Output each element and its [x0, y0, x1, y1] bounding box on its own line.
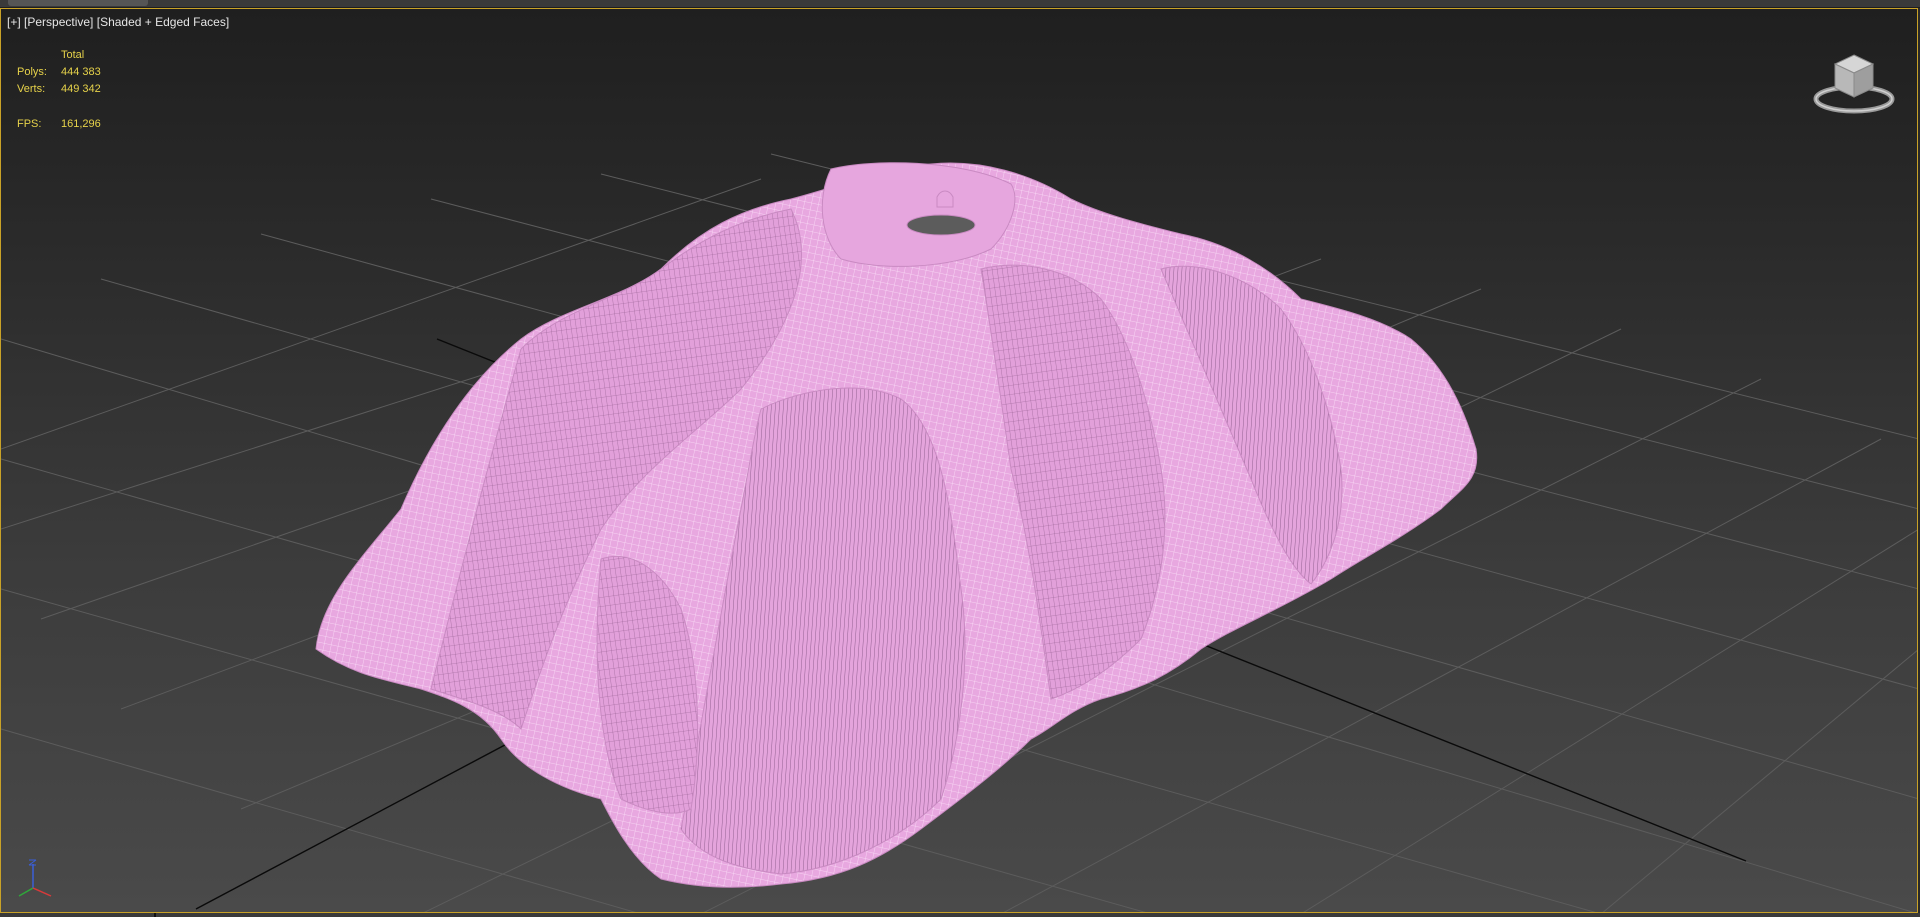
fps-label: FPS:	[17, 118, 42, 130]
3d-application-window: [+] [Perspective] [Shaded + Edged Faces]…	[0, 0, 1920, 917]
viewcube-icon[interactable]	[1809, 47, 1899, 117]
viewport-view-mode[interactable]: [Perspective]	[24, 15, 93, 29]
verts-label: Verts:	[17, 83, 46, 95]
viewport-label-menu[interactable]: [+] [Perspective] [Shaded + Edged Faces]	[7, 15, 229, 29]
timeline-marker	[154, 913, 156, 917]
polys-label: Polys:	[17, 66, 47, 78]
viewport-shading-mode[interactable]: [Shaded + Edged Faces]	[97, 15, 229, 29]
axis-tripod-icon	[18, 859, 52, 897]
statistics-overlay: Total Polys: 444 383 Verts: 449 342 FPS: 16…	[17, 47, 101, 133]
verts-value: 449 342	[61, 83, 101, 95]
viewport-tab[interactable]	[8, 0, 148, 6]
stats-header: Total	[61, 49, 85, 61]
fps-value: 161,296	[61, 118, 101, 130]
polys-value: 444 383	[61, 66, 101, 78]
viewport-menu-plus[interactable]: [+]	[7, 15, 21, 29]
viewport-tab-bar	[0, 0, 1920, 8]
bottom-status-strip	[0, 913, 1920, 917]
mesh-object[interactable]	[315, 162, 1478, 888]
viewport-scene[interactable]	[1, 9, 1918, 913]
perspective-viewport[interactable]: [+] [Perspective] [Shaded + Edged Faces]…	[0, 8, 1918, 913]
